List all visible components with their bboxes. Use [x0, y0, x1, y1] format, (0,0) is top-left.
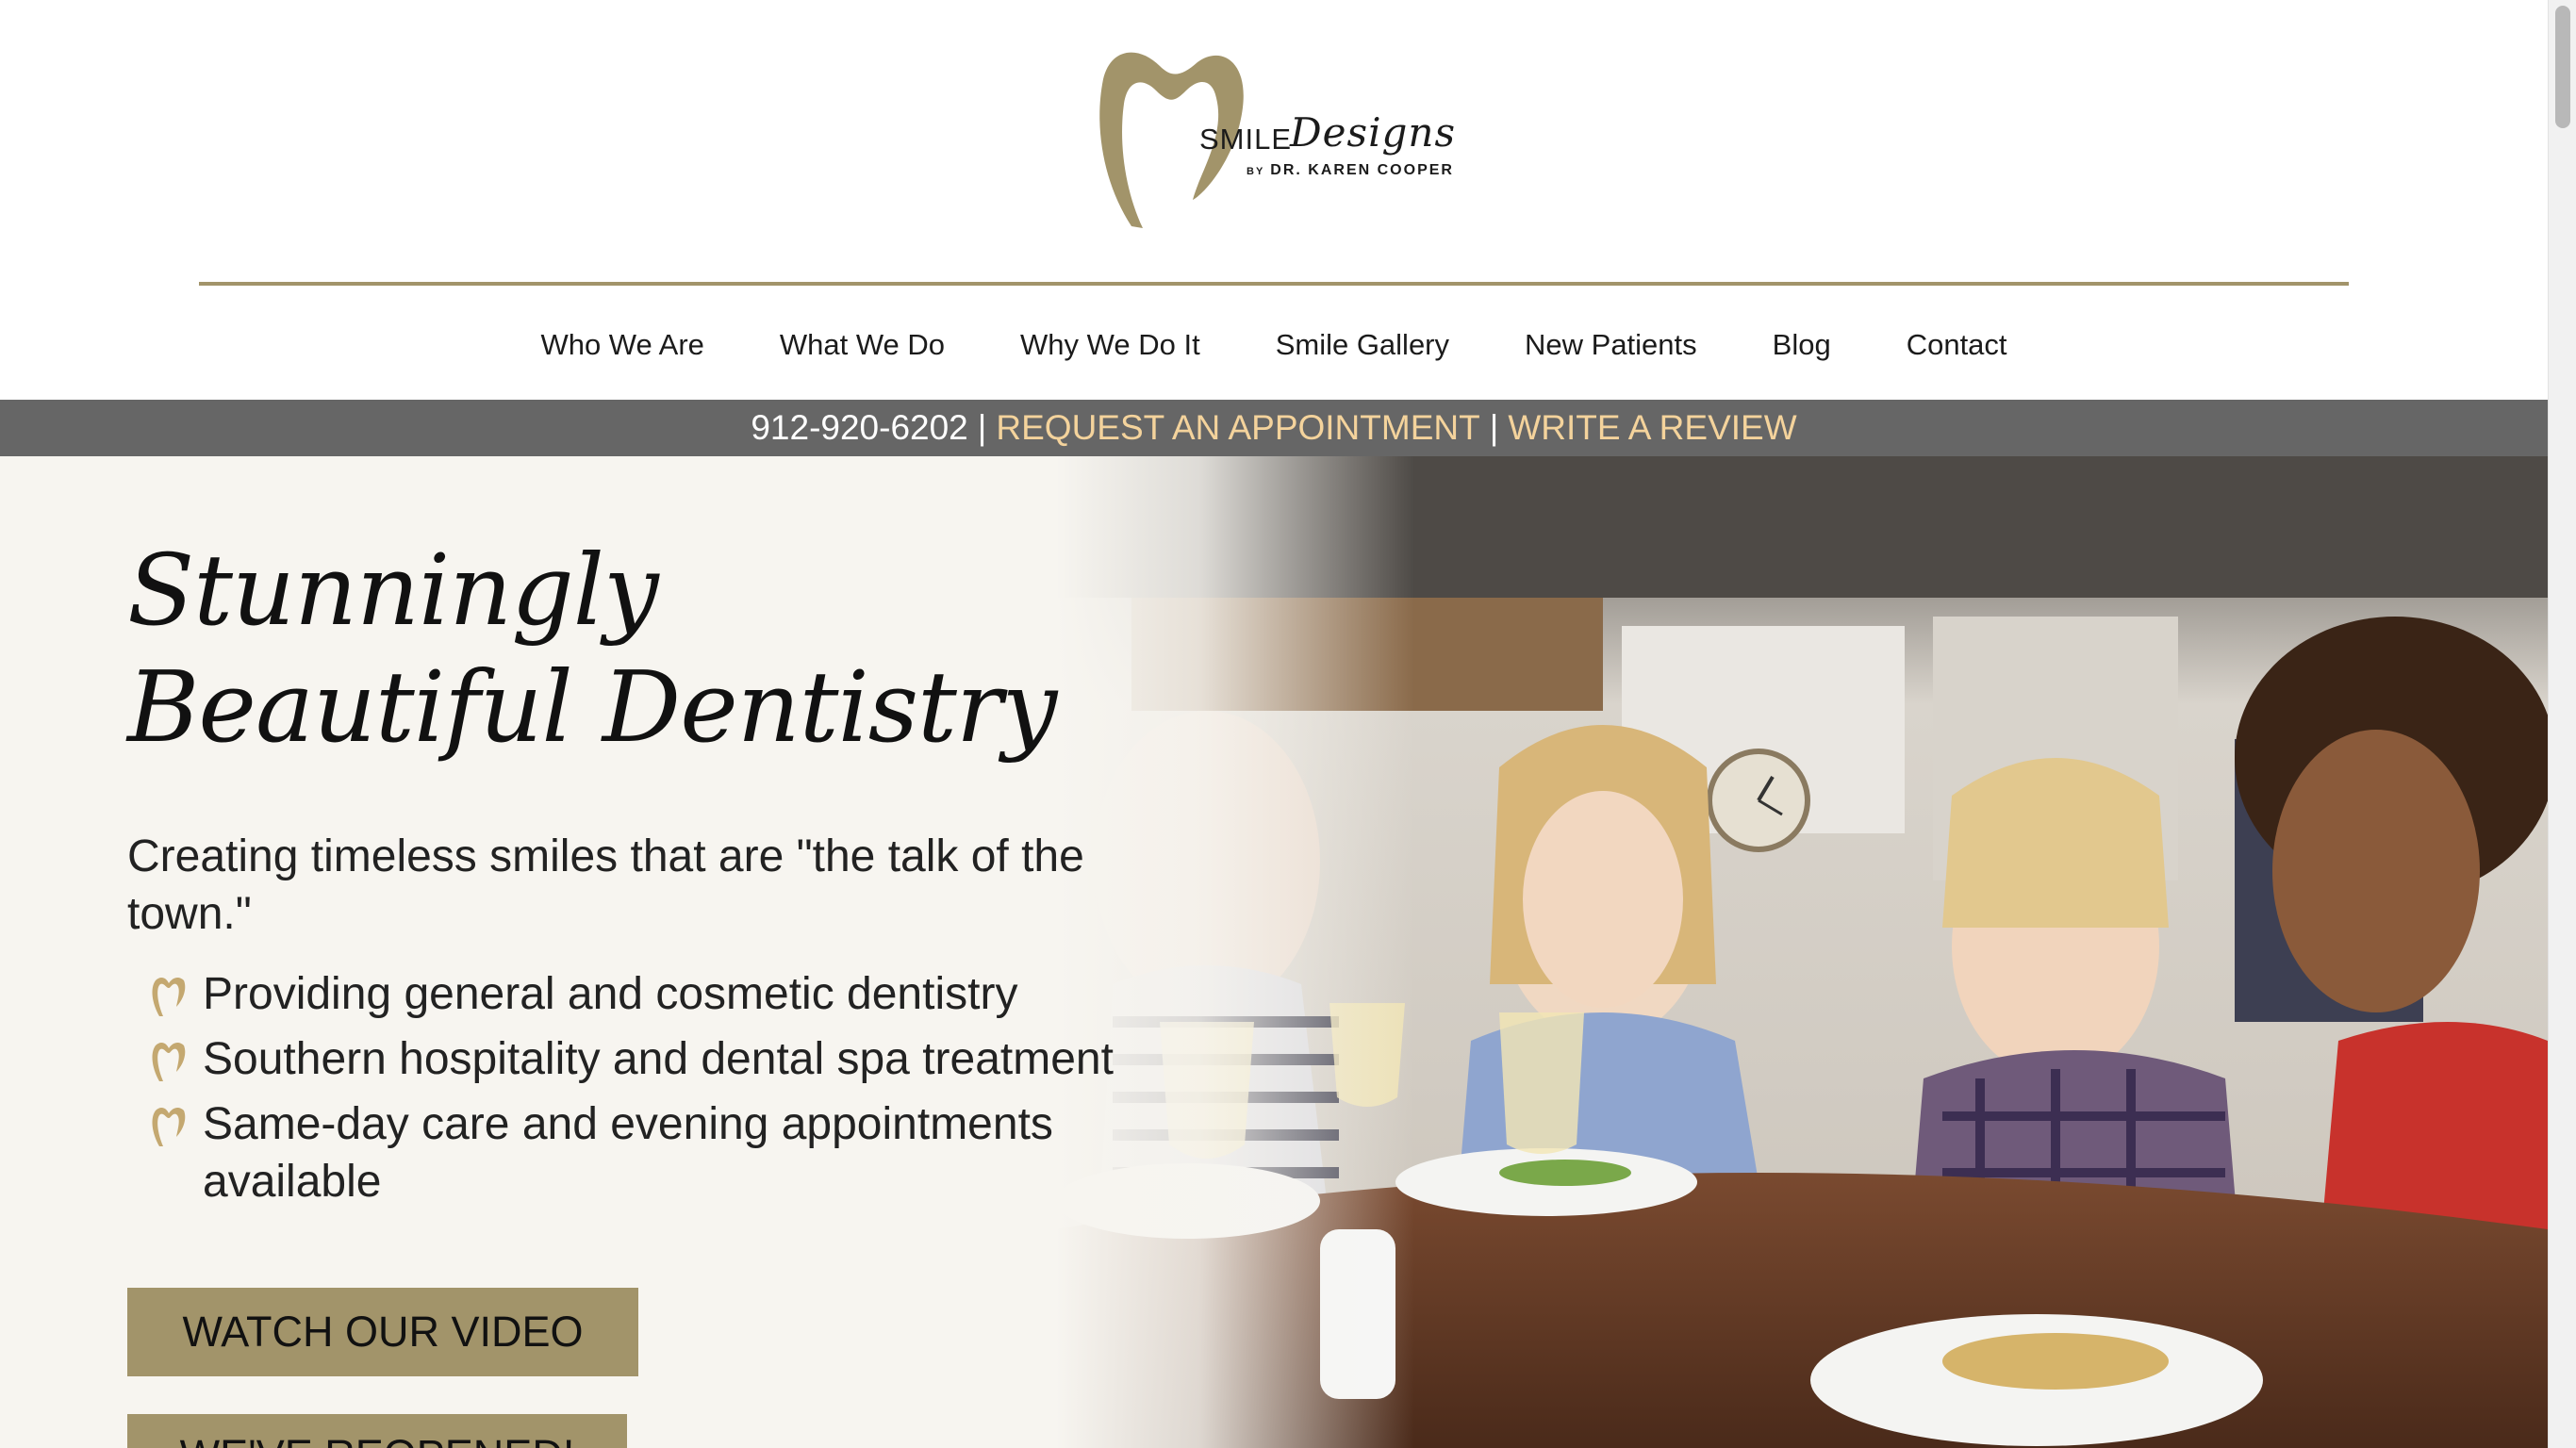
hero-section: Stunningly Beautiful Dentistry Creating … [0, 456, 2548, 1448]
list-item: Same-day care and evening appointments a… [150, 1095, 1149, 1210]
nav-why-we-do-it[interactable]: Why We Do It [1020, 319, 1200, 371]
main-nav: Who We Are What We Do Why We Do It Smile… [0, 319, 2548, 371]
nav-blog[interactable]: Blog [1773, 319, 1831, 371]
logo-by-small: BY [1247, 166, 1265, 177]
nav-new-patients[interactable]: New Patients [1525, 319, 1697, 371]
list-item: Southern hospitality and dental spa trea… [150, 1030, 1149, 1088]
hero-subtitle: Creating timeless smiles that are "the t… [127, 831, 1084, 939]
logo-word-smile: SMILE [1199, 123, 1293, 156]
hero-benefits-list: Providing general and cosmetic dentistry… [150, 965, 1149, 1218]
tooth-bullet-icon [152, 1107, 186, 1146]
scrollbar-thumb[interactable] [2555, 6, 2570, 128]
reopened-button[interactable]: WE'VE REOPENED! [127, 1414, 627, 1448]
hero-title: Stunningly Beautiful Dentistry [127, 533, 1057, 765]
nav-what-we-do[interactable]: What We Do [780, 319, 945, 371]
bullet-text: Providing general and cosmetic dentistry [203, 969, 1018, 1019]
nav-smile-gallery[interactable]: Smile Gallery [1276, 319, 1449, 371]
separator: | [1489, 408, 1499, 447]
write-review-link[interactable]: WRITE A REVIEW [1508, 408, 1796, 448]
list-item: Providing general and cosmetic dentistry [150, 965, 1149, 1023]
bullet-text: Same-day care and evening appointments a… [203, 1099, 1053, 1207]
request-appointment-link[interactable]: REQUEST AN APPOINTMENT [996, 408, 1479, 448]
header-divider [199, 282, 2349, 286]
site-header: SMILE Designs BY DR. KAREN COOPER Who We … [0, 0, 2548, 400]
bullet-text: Southern hospitality and dental spa trea… [203, 1034, 1114, 1084]
watch-video-button[interactable]: WATCH OUR VIDEO [127, 1288, 638, 1376]
tooth-bullet-icon [152, 977, 186, 1016]
contact-bar: 912-920-6202 | REQUEST AN APPOINTMENT | … [0, 400, 2548, 456]
tooth-bullet-icon [152, 1042, 186, 1081]
logo-byline: BY DR. KAREN COOPER [1247, 162, 1454, 179]
logo-word-designs: Designs [1290, 109, 1457, 156]
page-scrollbar[interactable] [2548, 0, 2576, 1448]
smile-designs-logo[interactable]: SMILE Designs BY DR. KAREN COOPER [1094, 41, 1461, 239]
hero-photo-women-dining [1056, 456, 2548, 1448]
separator: | [977, 408, 987, 447]
nav-who-we-are[interactable]: Who We Are [540, 319, 703, 371]
nav-contact[interactable]: Contact [1907, 319, 2007, 371]
logo-byline-text: DR. KAREN COOPER [1270, 162, 1454, 178]
phone-link[interactable]: 912-920-6202 [751, 408, 967, 448]
